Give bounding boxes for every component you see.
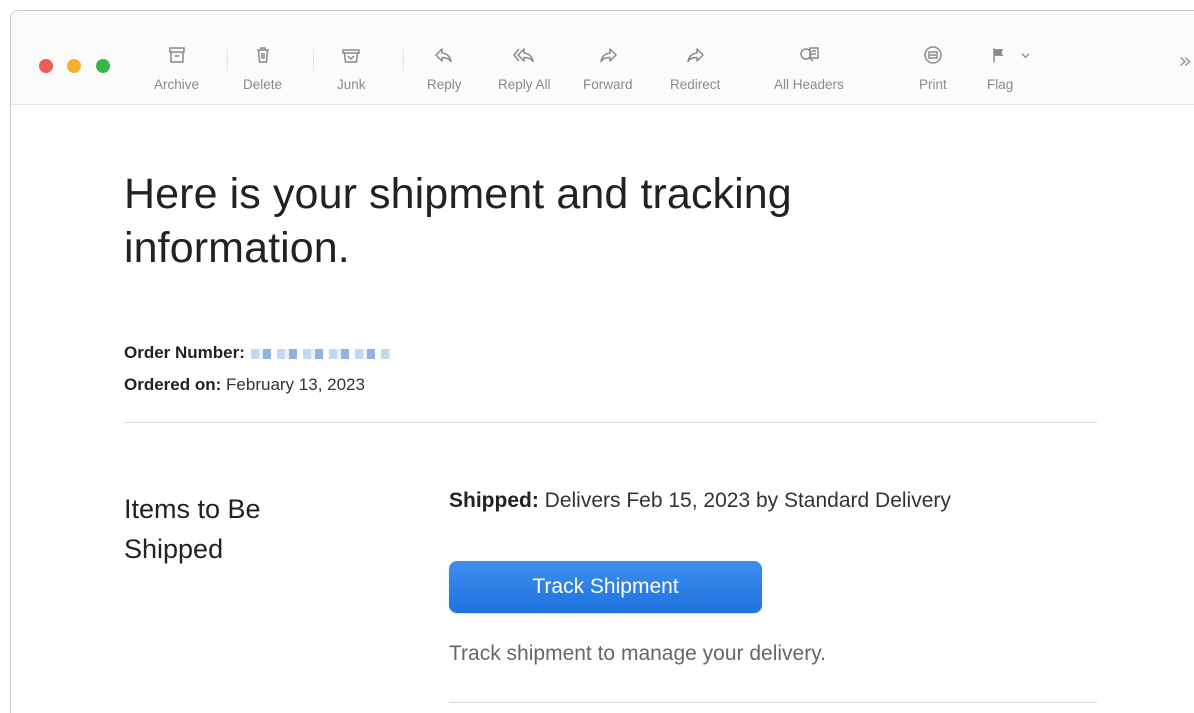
toolbar-separator: [227, 49, 228, 71]
toolbar-separator: [313, 49, 314, 71]
email-headline: Here is your shipment and tracking infor…: [124, 170, 792, 272]
divider: [124, 422, 1097, 423]
track-shipment-button[interactable]: Track Shipment: [449, 561, 762, 613]
shipped-value: Delivers Feb 15, 2023 by Standard Delive…: [544, 489, 951, 512]
forward-icon: [600, 48, 617, 63]
archive-button[interactable]: Archive: [154, 43, 199, 99]
all-headers-label: All Headers: [774, 77, 844, 92]
mail-window: Archive Delete Junk Reply Reply All Forw…: [10, 10, 1194, 713]
order-number-label: Order Number:: [124, 343, 245, 362]
chevron-down-icon[interactable]: [1021, 51, 1030, 60]
reply-label: Reply: [427, 77, 462, 92]
ordered-on-label: Ordered on:: [124, 375, 222, 394]
toolbar: Archive Delete Junk Reply Reply All Forw…: [11, 11, 1194, 105]
delete-button[interactable]: Delete: [243, 43, 282, 99]
shipped-label: Shipped:: [449, 489, 539, 512]
track-note: Track shipment to manage your delivery.: [449, 642, 826, 665]
ordered-on-value: February 13, 2023: [226, 375, 365, 394]
order-number-redacted: [250, 348, 391, 359]
reply-icon: [435, 48, 452, 63]
zoom-window-button[interactable]: [96, 59, 110, 73]
section-title: Items to Be Shipped: [124, 494, 261, 564]
archive-icon: [168, 47, 185, 63]
reply-all-label: Reply All: [498, 77, 551, 92]
print-button[interactable]: Print: [919, 43, 947, 99]
close-window-button[interactable]: [39, 59, 53, 73]
redirect-button[interactable]: Redirect: [670, 43, 720, 99]
ordered-on-line: Ordered on: February 13, 2023: [124, 375, 365, 395]
order-number-line: Order Number:: [124, 343, 391, 363]
shipped-status: Shipped: Delivers Feb 15, 2023 by Standa…: [449, 489, 951, 513]
forward-button[interactable]: Forward: [583, 43, 633, 99]
archive-label: Archive: [154, 77, 200, 92]
all-headers-icon: [800, 47, 819, 62]
reply-all-icon: [513, 48, 535, 63]
printer-icon: [924, 46, 942, 64]
flag-button[interactable]: Flag: [987, 43, 1031, 99]
trash-icon: [256, 47, 269, 63]
junk-label: Junk: [337, 77, 366, 92]
redirect-icon: [687, 48, 704, 63]
all-headers-button[interactable]: All Headers: [774, 43, 844, 99]
minimize-window-button[interactable]: [67, 59, 81, 73]
delete-label: Delete: [243, 77, 283, 92]
reply-button[interactable]: Reply: [427, 43, 462, 99]
junk-icon: [342, 49, 361, 63]
junk-button[interactable]: Junk: [337, 43, 366, 99]
toolbar-overflow-icon[interactable]: »: [1179, 49, 1193, 74]
flag-icon: [992, 48, 1003, 63]
forward-label: Forward: [583, 77, 633, 92]
redirect-label: Redirect: [670, 77, 721, 92]
toolbar-separator: [403, 49, 404, 71]
divider: [449, 702, 1097, 703]
flag-label: Flag: [987, 77, 1014, 92]
print-label: Print: [919, 77, 947, 92]
reply-all-button[interactable]: Reply All: [498, 43, 551, 99]
